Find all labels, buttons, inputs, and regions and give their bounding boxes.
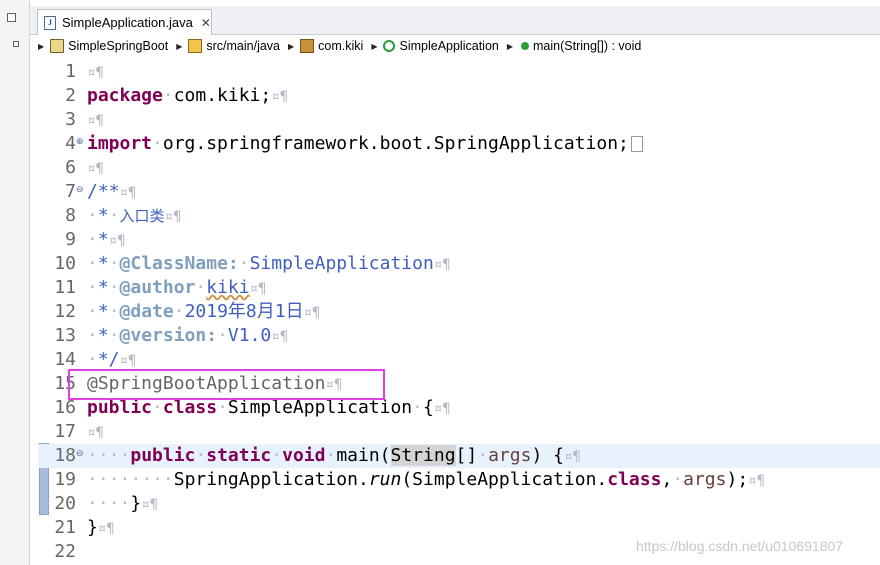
line-number: 12 [54, 301, 76, 322]
code-line: 13 ·*·@version:·V1.0¤¶ [54, 325, 289, 346]
package-icon [300, 39, 315, 53]
line-number: 22 [54, 541, 76, 562]
code-line: 11 ·*·@author·kiki¤¶ [54, 277, 267, 298]
line-number: 1 [65, 61, 76, 82]
code-line: 12 ·*·@date·2019年8月1日¤¶ [54, 301, 321, 322]
breadcrumb-label: src/main/java [206, 39, 281, 53]
code-line: 21 }¤¶ [54, 517, 115, 538]
line-number: 13 [54, 325, 76, 346]
line-number: 3 [65, 109, 76, 130]
breadcrumb-method[interactable]: ▶ main(String[]) : void [507, 39, 642, 53]
fold-expand-icon[interactable]: ⊕ [76, 136, 84, 147]
folded-imports-icon[interactable] [630, 136, 643, 152]
editor-tab-bar: J SimpleApplication.java ✕ [30, 6, 880, 35]
annotation-highlight-box [68, 369, 385, 400]
chevron-right-icon: ▶ [506, 41, 513, 51]
breadcrumb-label: SimpleApplication [399, 39, 499, 53]
fold-collapse-icon[interactable]: ⊖ [76, 184, 84, 195]
breadcrumb-label: SimpleSpringBoot [68, 39, 169, 53]
line-number: 11 [54, 277, 76, 298]
code-line: 17 ¤¶ [54, 421, 104, 442]
line-number: 21 [54, 517, 76, 538]
chevron-right-icon: ▶ [176, 41, 183, 51]
code-line: 3 ¤¶ [38, 108, 880, 132]
editor-tab-simpleapplication[interactable]: J SimpleApplication.java ✕ [37, 9, 212, 35]
minimize-icon[interactable] [7, 13, 16, 22]
line-number: 18 [54, 445, 76, 466]
tab-title: SimpleApplication.java [62, 15, 193, 30]
line-number: 9 [65, 229, 76, 250]
line-number: 10 [54, 253, 76, 274]
breadcrumb-package[interactable]: ▶ com.kiki [288, 39, 363, 53]
code-line-current: 18 ⊖ ····public·static·void·main(String[… [38, 444, 880, 468]
line-number: 4 [65, 133, 76, 154]
breadcrumb-source-folder[interactable]: ▶ src/main/java [176, 39, 280, 53]
line-number: 8 [65, 205, 76, 226]
line-number: 20 [54, 493, 76, 514]
java-file-icon: J [44, 15, 56, 30]
code-line: 9 ·*¤¶ [38, 228, 880, 252]
chevron-right-icon: ▶ [288, 41, 295, 51]
code-line: 1 ¤¶ [38, 60, 880, 84]
source-folder-icon [188, 39, 203, 53]
breadcrumb-label: main(String[]) : void [533, 39, 642, 53]
code-line: 19 ········SpringApplication.run(SimpleA… [54, 469, 766, 490]
code-line: 20 ····}¤¶ [54, 493, 159, 514]
project-icon [50, 39, 65, 53]
line-number: 2 [65, 85, 76, 106]
watermark: https://blog.csdn.net/u010691807 [636, 538, 844, 554]
close-icon[interactable]: ✕ [201, 16, 211, 30]
left-sidebar-strip [0, 0, 30, 565]
code-line: 10 ·*·@ClassName:·SimpleApplication¤¶ [54, 253, 451, 274]
line-number: 17 [54, 421, 76, 442]
code-line: 2 package·com.kiki;¤¶ [38, 84, 880, 108]
breadcrumb: ▶ SimpleSpringBoot ▶ src/main/java ▶ com.ki… [38, 36, 880, 56]
line-number: 19 [54, 469, 76, 490]
code-line: 7 ⊖ /**¤¶ [38, 180, 880, 204]
method-icon [521, 42, 529, 50]
line-number: 6 [65, 157, 76, 178]
fold-collapse-icon[interactable]: ⊖ [76, 448, 84, 459]
line-number: 7 [65, 181, 76, 202]
class-icon [383, 40, 396, 52]
breadcrumb-label: com.kiki [318, 39, 364, 53]
chevron-right-icon: ▶ [371, 41, 378, 51]
code-line: 4 ⊕ import·org.springframework.boot.Spri… [38, 132, 880, 156]
code-editor[interactable]: 1 ¤¶ 2 package·com.kiki;¤¶ 3 ¤¶ 4 ⊕ impo… [38, 58, 880, 565]
code-line: 6 ¤¶ [38, 156, 880, 180]
breadcrumb-class[interactable]: ▶ SimpleApplication [371, 39, 499, 53]
restore-icon[interactable] [13, 41, 19, 47]
breadcrumb-project[interactable]: ▶ SimpleSpringBoot [38, 39, 168, 53]
code-line: 8 ·*·入口类¤¶ [38, 204, 880, 228]
chevron-right-icon: ▶ [38, 41, 45, 51]
